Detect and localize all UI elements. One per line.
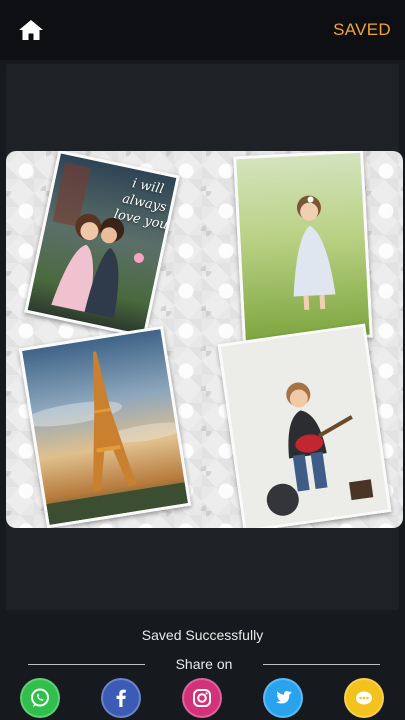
facebook-icon — [116, 689, 126, 707]
saved-button[interactable]: SAVED — [333, 20, 391, 40]
collage-photo-couple: i will always love you — [24, 151, 180, 339]
eiffel-tower-image — [22, 329, 188, 525]
share-header: Share on — [28, 654, 380, 674]
instagram-icon — [193, 689, 211, 707]
share-twitter-button[interactable] — [263, 678, 303, 718]
share-buttons — [0, 676, 405, 720]
share-more-button[interactable] — [344, 678, 384, 718]
share-instagram-button[interactable] — [182, 678, 222, 718]
share-facebook-button[interactable] — [101, 678, 141, 718]
share-whatsapp-button[interactable] — [20, 678, 60, 718]
collage-photo-boy-guitar — [217, 323, 392, 528]
collage-photo-eiffel-tower — [18, 325, 192, 528]
home-button[interactable] — [18, 18, 44, 42]
whatsapp-icon — [31, 688, 49, 707]
more-icon — [356, 691, 372, 705]
divider-right — [263, 664, 380, 665]
top-bar: SAVED — [0, 0, 405, 60]
save-status-message: Saved Successfully — [141, 627, 264, 643]
collage-photo-girl-field — [233, 151, 373, 345]
girl-field-image — [236, 152, 370, 342]
photo-collage: i will always love you — [6, 151, 403, 528]
twitter-icon — [275, 691, 292, 704]
boy-guitar-image — [220, 326, 389, 528]
home-icon — [19, 20, 43, 40]
